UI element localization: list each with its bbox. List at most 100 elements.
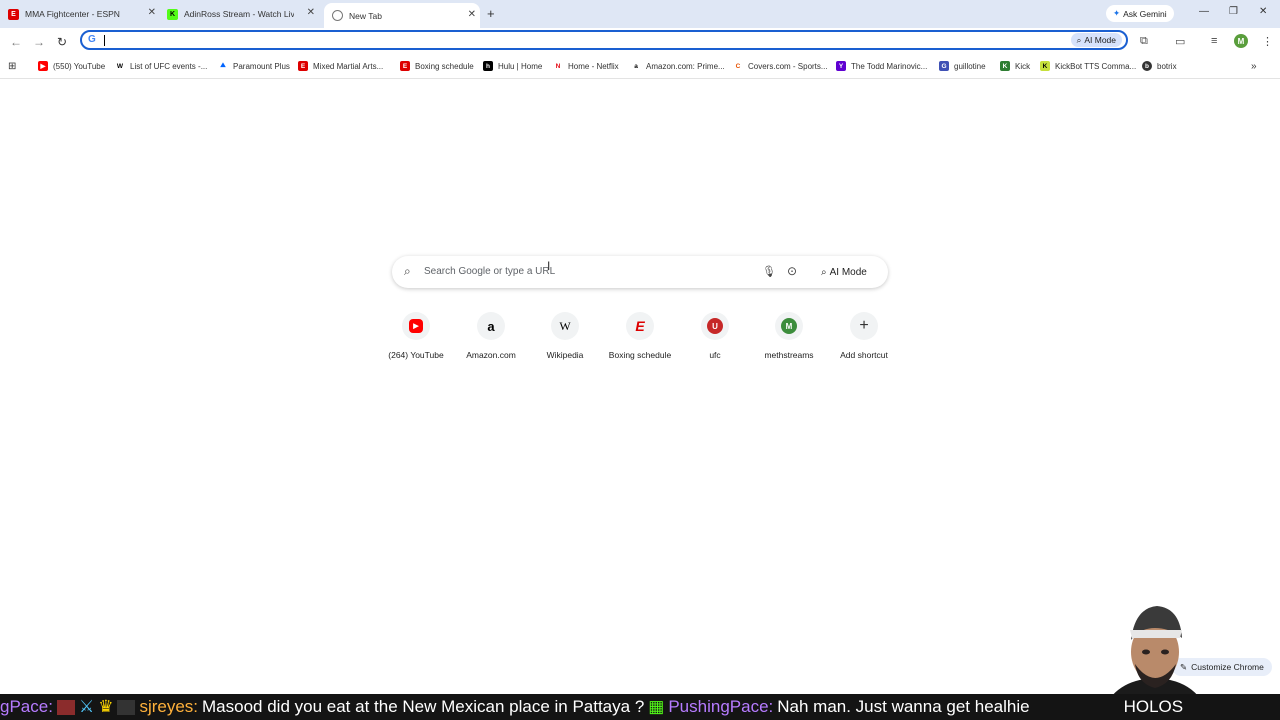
shortcut-label: ufc — [709, 350, 721, 360]
close-icon[interactable]: ✕ — [148, 7, 156, 18]
profile-avatar[interactable]: M — [1234, 34, 1248, 48]
guillotine-icon: G — [939, 61, 949, 71]
reload-icon[interactable]: ↻ — [57, 35, 67, 49]
bookmark-label: Covers.com - Sports... — [748, 61, 828, 71]
menu-icon[interactable]: ⋮ — [1262, 35, 1273, 48]
kick-icon: K — [167, 8, 178, 20]
google-icon: G — [88, 34, 96, 45]
shortcut-amazon[interactable]: a Amazon.com — [454, 312, 528, 360]
tab-espn[interactable]: E MMA Fightcenter - ESPN ✕ — [8, 3, 160, 25]
shortcut-label: (264) YouTube — [388, 350, 444, 360]
yahoo-icon: Y — [836, 61, 846, 71]
chat-message: Nah man. Just wanna get healhie — [777, 697, 1030, 716]
media-controls-icon[interactable]: ≡ — [1211, 35, 1217, 47]
shortcut-label: Wikipedia — [546, 350, 584, 360]
wikipedia-icon: W — [559, 318, 571, 333]
shortcut-icon-bg: E — [626, 312, 654, 340]
chrome-icon — [332, 10, 343, 21]
search-icon: ⌕ — [404, 264, 411, 278]
extensions-icon[interactable]: ⧉ — [1140, 35, 1148, 48]
bookmark-netflix[interactable]: N Home - Netflix — [553, 61, 619, 71]
bookmark-botrix[interactable]: b botrix — [1142, 61, 1177, 71]
chat-username: gPace: — [0, 697, 53, 716]
bookmark-boxing[interactable]: E Boxing schedule — [400, 61, 474, 71]
chat-ticker: gPace: ⚔ ♛ sjreyes: Masood did you eat a… — [0, 694, 1280, 720]
new-tab-button[interactable]: + — [487, 6, 495, 21]
shortcut-label: methstreams — [764, 350, 814, 360]
bookmark-label: Amazon.com: Prime... — [646, 61, 725, 71]
minimize-icon[interactable]: — — [1199, 6, 1209, 17]
address-bar[interactable]: G ⌕ AI Mode — [80, 30, 1128, 50]
bookmark-kick[interactable]: K Kick — [1000, 61, 1030, 71]
google-search-box[interactable]: ⌕ Search Google or type a URL 🎙 ⊙ ⌕ AI M… — [392, 256, 888, 288]
shortcut-add[interactable]: + Add shortcut — [827, 312, 901, 360]
bookmark-kickbot[interactable]: K KickBot TTS Comma... — [1040, 61, 1136, 71]
kick-icon: K — [1000, 61, 1010, 71]
microphone-icon[interactable]: 🎙 — [762, 265, 776, 278]
tab-adinross[interactable]: K AdinRoss Stream - Watch Live o ✕ — [167, 3, 319, 25]
tab-new-tab[interactable]: New Tab ✕ — [324, 3, 480, 28]
wikipedia-icon: W — [116, 62, 124, 70]
search-placeholder: Search Google or type a URL — [424, 266, 556, 277]
ai-mode-label: AI Mode — [1084, 35, 1116, 45]
amazon-icon: a — [487, 318, 495, 334]
bookmark-mma[interactable]: E Mixed Martial Arts... — [298, 61, 383, 71]
bookmark-label: Boxing schedule — [415, 61, 474, 71]
bookmark-ufc-events[interactable]: W List of UFC events -... — [115, 61, 207, 71]
bookmark-label: Kick — [1015, 61, 1031, 71]
botrix-icon: b — [1142, 61, 1152, 71]
covers-icon: C — [735, 62, 741, 70]
sword-icon: ⚔ — [78, 697, 95, 716]
text-cursor-icon: I — [547, 259, 551, 273]
badge-icon — [117, 699, 136, 715]
bookmark-todd-marinovic[interactable]: Y The Todd Marinovic... — [836, 61, 927, 71]
tab-search-icon[interactable]: ▭ — [1175, 35, 1185, 48]
close-window-icon[interactable]: ✕ — [1259, 6, 1267, 17]
bookmark-label: botrix — [1157, 61, 1177, 71]
shortcut-label: Add shortcut — [840, 350, 888, 360]
ai-mode-button[interactable]: ⌕ AI Mode — [815, 263, 873, 281]
bookmark-paramount[interactable]: ⛰ Paramount Plus — [218, 61, 290, 71]
close-icon[interactable]: ✕ — [307, 7, 315, 18]
google-lens-icon[interactable]: ⊙ — [787, 264, 797, 278]
forward-icon[interactable]: → — [33, 35, 45, 49]
tab-title: New Tab — [349, 10, 382, 21]
shortcut-wikipedia[interactable]: W Wikipedia — [528, 312, 602, 360]
shortcut-icon-bg: ▶ — [402, 312, 430, 340]
shortcut-youtube[interactable]: ▶ (264) YouTube — [379, 312, 453, 360]
bookmark-hulu[interactable]: h Hulu | Home — [483, 61, 542, 71]
bookmark-covers[interactable]: C Covers.com - Sports... — [733, 61, 828, 71]
bookmark-label: The Todd Marinovic... — [851, 61, 928, 71]
ai-search-icon: ⌕ — [821, 266, 827, 278]
bookmark-guillotine[interactable]: Gguillotine — [939, 61, 986, 71]
text-caret — [104, 35, 105, 46]
netflix-icon: N — [555, 62, 561, 70]
bookmark-label: KickBot TTS Comma... — [1055, 61, 1137, 71]
amazon-icon: a — [634, 62, 638, 70]
shortcut-ufc[interactable]: U ufc — [678, 312, 752, 360]
omnibox-ai-mode-button[interactable]: ⌕ AI Mode — [1070, 33, 1122, 47]
ai-mode-label: AI Mode — [829, 266, 867, 278]
ask-gemini-button[interactable]: ✦ Ask Gemini — [1106, 5, 1174, 22]
shortcut-icon-bg: + — [850, 312, 878, 340]
close-icon[interactable]: ✕ — [468, 9, 476, 20]
badge-icon — [56, 699, 75, 715]
bookmark-youtube[interactable]: ▶ (550) YouTube — [38, 61, 105, 71]
crown-icon: ♛ — [98, 697, 114, 716]
chat-message: Masood did you eat at the New Mexican pl… — [202, 697, 645, 716]
bookmark-label: Hulu | Home — [498, 61, 543, 71]
chat-message: HOLOS — [1123, 697, 1184, 716]
bookmark-label: guillotine — [954, 61, 986, 71]
shortcut-boxing-schedule[interactable]: E Boxing schedule — [603, 312, 677, 360]
shortcut-methstreams[interactable]: M methstreams — [752, 312, 826, 360]
bookmark-amazon[interactable]: a Amazon.com: Prime... — [631, 61, 725, 71]
restore-icon[interactable]: ❐ — [1229, 6, 1238, 17]
chat-username: sjreyes: — [139, 697, 199, 716]
plus-icon: + — [859, 317, 869, 334]
espn-icon: E — [635, 318, 645, 334]
back-icon[interactable]: ← — [10, 35, 22, 49]
apps-icon[interactable]: ⊞ — [8, 61, 16, 72]
ai-search-icon: ⌕ — [1076, 34, 1082, 45]
more-bookmarks-icon[interactable]: » — [1251, 61, 1257, 72]
shortcut-icon-bg: W — [551, 312, 579, 340]
